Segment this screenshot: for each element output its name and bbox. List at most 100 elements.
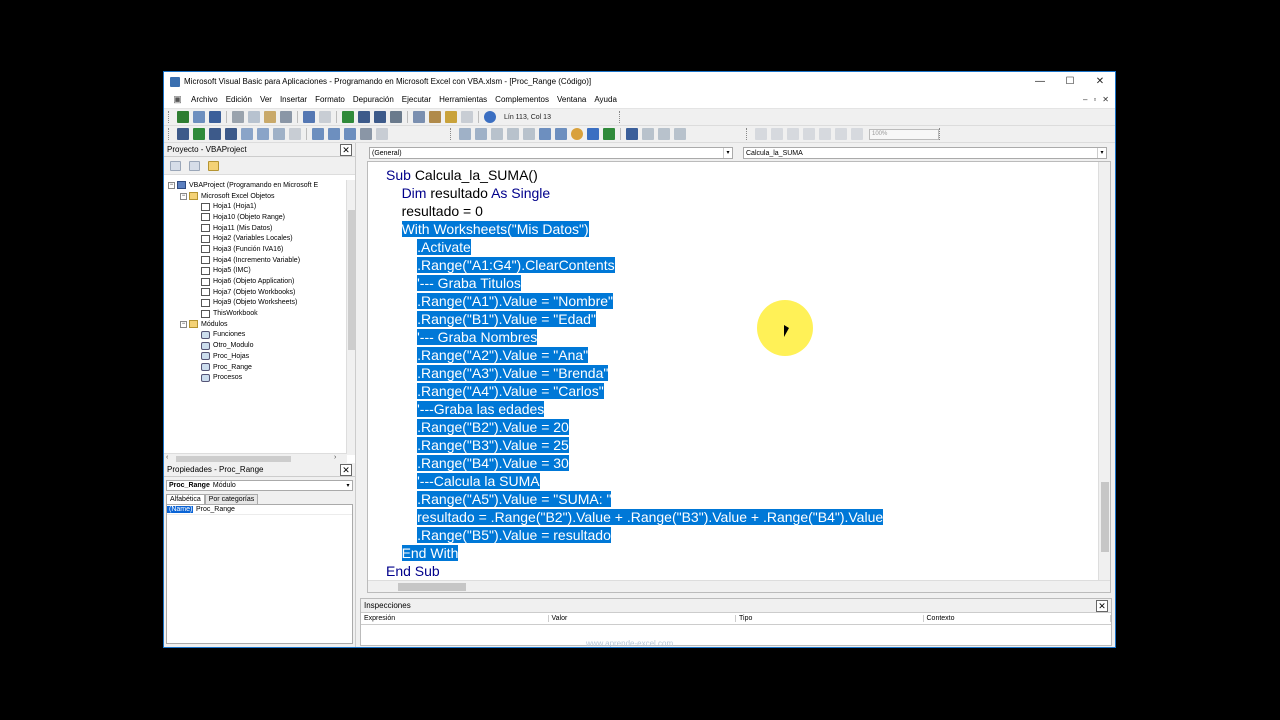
code-line[interactable]: '--- Graba Titulos [386,274,883,292]
cut-icon[interactable] [232,111,244,123]
scroll-right-icon[interactable]: › [334,454,336,461]
run-sub-icon[interactable] [193,128,205,140]
tree-node[interactable]: Proc_Range [166,362,346,373]
toggle-breakpoint-icon[interactable] [241,128,253,140]
comment-block-icon[interactable] [587,128,599,140]
previous-bookmark-icon[interactable] [658,128,670,140]
debug-toolbar-grip[interactable] [450,128,453,140]
list-constants-icon[interactable] [475,128,487,140]
code-line[interactable]: '---Graba las edades [386,400,883,418]
code-line[interactable]: .Range("A1").Value = "Nombre" [386,292,883,310]
tree-node[interactable]: − Módulos [166,319,346,330]
menu-item-ejecutar[interactable]: Ejecutar [398,95,435,104]
menu-item-complementos[interactable]: Complementos [491,95,553,104]
close-button[interactable]: ✕ [1085,76,1115,87]
menu-item-formato[interactable]: Formato [311,95,349,104]
run-icon[interactable] [342,111,354,123]
code-line[interactable]: End With [386,544,883,562]
col-type[interactable]: Tipo [736,615,924,622]
tree-node[interactable]: − Microsoft Excel Objetos [166,191,346,202]
center-icon[interactable] [835,128,847,140]
scroll-left-icon[interactable]: ‹ [166,454,168,461]
tree-node[interactable]: − VBAProject (Programando en Microsoft E [166,180,346,191]
indent-icon[interactable] [539,128,551,140]
code-line[interactable]: .Range("A5").Value = "SUMA: " [386,490,883,508]
step-into-icon[interactable] [257,128,269,140]
call-stack-icon[interactable] [376,128,388,140]
edit-toolbar-grip[interactable] [168,128,171,140]
tree-node[interactable]: Hoja6 (Objeto Application) [166,276,346,287]
properties-icon[interactable] [429,111,441,123]
clear-bookmarks-icon[interactable] [674,128,686,140]
step-over-icon[interactable] [273,128,285,140]
save-icon[interactable] [209,111,221,123]
menu-item-depuracion[interactable]: Depuración [349,95,398,104]
tree-node[interactable]: Hoja5 (IMC) [166,266,346,277]
break-icon[interactable] [209,128,221,140]
tree-node[interactable]: Hoja2 (Variables Locales) [166,233,346,244]
mdi-restore-button[interactable]: ▫ [1093,95,1096,104]
code-text[interactable]: Sub Calcula_la_SUMA() Dim resultado As S… [386,166,884,580]
zoom-toolbar-grip[interactable] [939,128,942,140]
group-icon[interactable] [787,128,799,140]
ungroup-icon[interactable] [803,128,815,140]
code-line[interactable]: .Range("A2").Value = "Ana" [386,346,883,364]
code-line[interactable]: .Range("A4").Value = "Carlos" [386,382,883,400]
mdi-minimize-button[interactable]: – [1083,95,1087,104]
tree-node[interactable]: Procesos [166,372,346,383]
code-line[interactable]: resultado = .Range("B2").Value + .Range(… [386,508,884,526]
align-icon[interactable] [819,128,831,140]
copy-icon[interactable] [248,111,260,123]
properties-close-button[interactable]: ✕ [340,463,352,476]
object-selector[interactable]: Proc_Range Módulo ▾ [166,480,353,491]
watch-window-icon[interactable] [344,128,356,140]
menu-item-edicion[interactable]: Edición [222,95,256,104]
quick-watch-icon[interactable] [360,128,372,140]
excel-view-icon[interactable]: ▣ [172,94,183,105]
insert-module-icon[interactable] [193,111,205,123]
quick-info-icon[interactable] [491,128,503,140]
step-out-icon[interactable] [289,128,301,140]
code-line[interactable]: With Worksheets("Mis Datos") [386,220,883,238]
tab-alphabetic[interactable]: Alfabética [166,494,205,504]
help-icon[interactable] [484,111,496,123]
parameter-info-icon[interactable] [507,128,519,140]
reset-icon[interactable] [374,111,386,123]
object-combo-dropdown-icon[interactable]: ▾ [723,148,732,158]
design-mode-icon[interactable] [390,111,402,123]
menu-item-ventana[interactable]: Ventana [553,95,590,104]
project-tree-vscroll[interactable] [346,180,355,455]
project-close-button[interactable]: ✕ [340,143,352,156]
code-line[interactable]: .Range("B4").Value = 30 [386,454,883,472]
menu-item-archivo[interactable]: Archivo [187,95,222,104]
collapse-icon[interactable]: − [168,181,175,189]
view-excel-icon[interactable] [177,111,189,123]
code-line[interactable]: Dim resultado As Single [386,184,883,202]
tree-node[interactable]: Proc_Hojas [166,351,346,362]
edit-toolbar-icon[interactable] [177,128,189,140]
next-bookmark-icon[interactable] [642,128,654,140]
code-line[interactable]: resultado = 0 [386,202,883,220]
property-row[interactable]: (Name) Proc_Range [167,505,352,515]
toolbar-end-grip[interactable] [619,111,622,123]
property-value[interactable]: Proc_Range [193,506,235,513]
procedure-combo-dropdown-icon[interactable]: ▾ [1097,148,1106,158]
tree-node[interactable]: Hoja7 (Objeto Workbooks) [166,287,346,298]
object-browser-icon[interactable] [445,111,457,123]
code-line[interactable]: .Range("A3").Value = "Brenda" [386,364,883,382]
menu-item-ver[interactable]: Ver [256,95,276,104]
view-object-icon[interactable] [189,160,200,171]
code-line[interactable]: .Range("B2").Value = 20 [386,418,883,436]
find-icon[interactable] [280,111,292,123]
stop-icon[interactable] [225,128,237,140]
maximize-button[interactable]: ☐ [1055,76,1085,87]
paste-icon[interactable] [264,111,276,123]
send-to-back-icon[interactable] [771,128,783,140]
undo-icon[interactable] [303,111,315,123]
tree-node[interactable]: Hoja9 (Objeto Worksheets) [166,298,346,309]
tree-node[interactable]: Hoja1 (Hoja1) [166,201,346,212]
code-line[interactable]: .Range("B3").Value = 25 [386,436,883,454]
tree-node[interactable]: ThisWorkbook [166,308,346,319]
tree-node[interactable]: Funciones [166,330,346,341]
code-line[interactable]: Sub Calcula_la_SUMA() [386,166,883,184]
